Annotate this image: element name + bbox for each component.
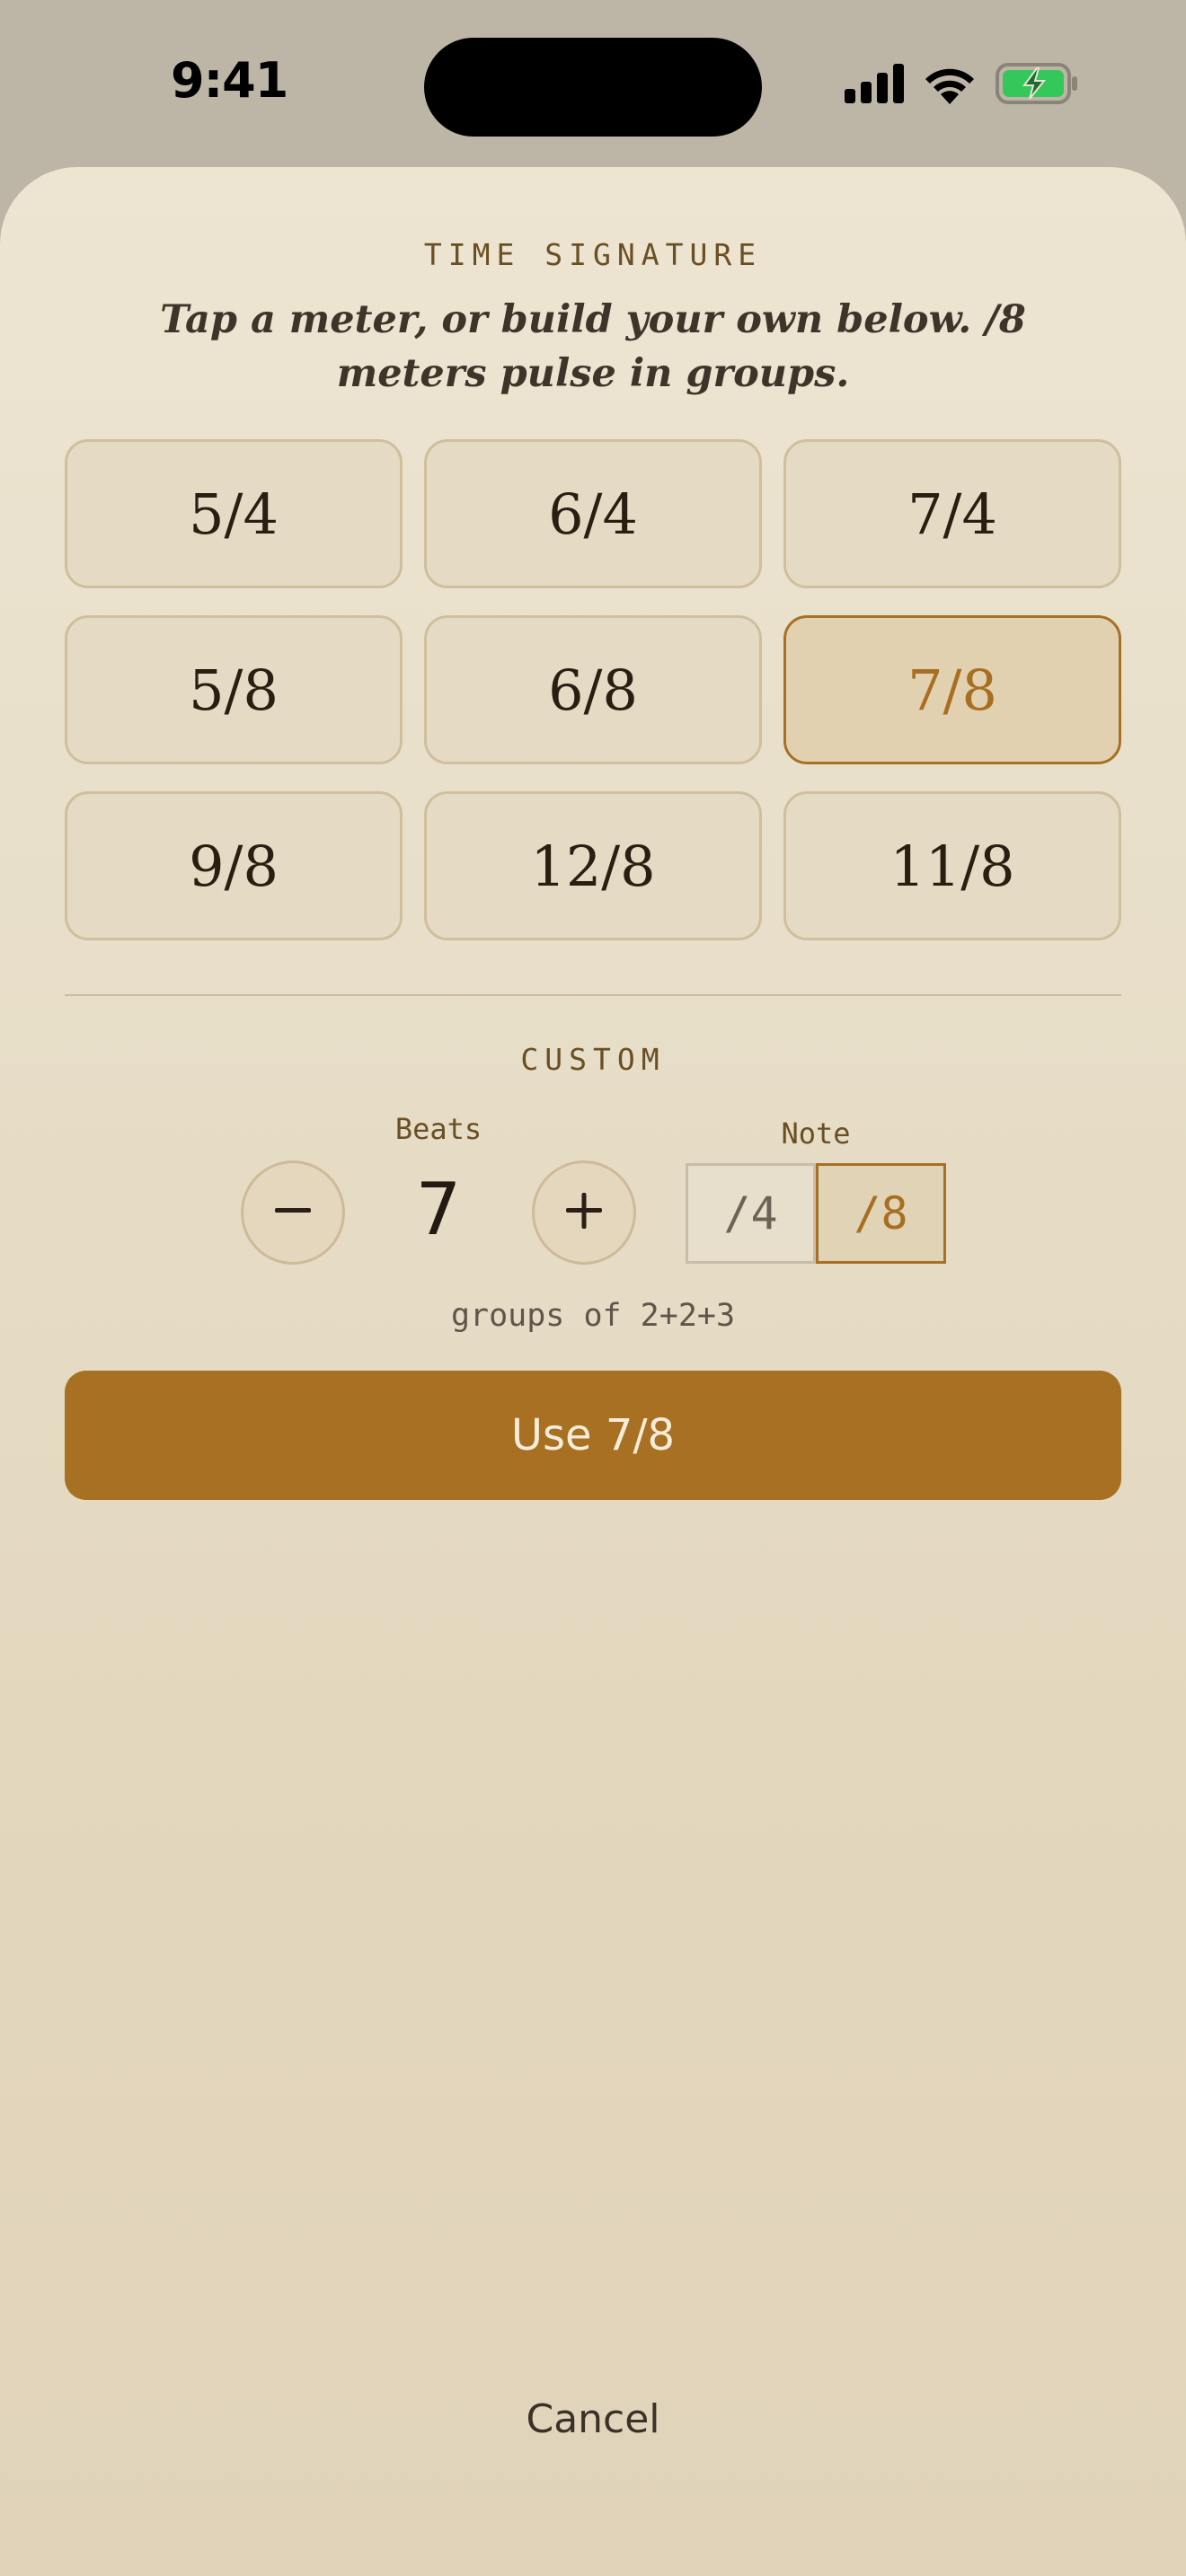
meter-grid: 5/4 6/4 7/4 5/8 6/8 7/8 9/8 12/8 11/8 <box>65 439 1121 940</box>
use-meter-button[interactable]: Use 7/8 <box>65 1371 1121 1500</box>
meter-button-12-8[interactable]: 12/8 <box>424 791 762 940</box>
beats-label: Beats <box>394 1112 482 1146</box>
meter-button-11-8[interactable]: 11/8 <box>783 791 1121 940</box>
meter-button-5-8[interactable]: 5/8 <box>65 615 403 764</box>
meter-button-6-4[interactable]: 6/4 <box>424 439 762 588</box>
cancel-button[interactable]: Cancel <box>413 2396 773 2442</box>
status-icons <box>845 63 1078 109</box>
wifi-icon <box>922 63 978 109</box>
status-time: 9:41 <box>171 52 288 109</box>
note-option-quarter[interactable]: /4 <box>686 1163 816 1264</box>
beats-value: 7 <box>415 1168 462 1251</box>
note-label: Note <box>781 1116 851 1151</box>
dynamic-island <box>424 38 762 137</box>
battery-charging-icon <box>996 63 1078 109</box>
note-value-toggle: /4 /8 <box>686 1163 946 1264</box>
meter-button-7-4[interactable]: 7/4 <box>783 439 1121 588</box>
meter-button-6-8[interactable]: 6/8 <box>424 615 762 764</box>
cellular-signal-icon <box>845 64 904 108</box>
status-bar: 9:41 <box>0 0 1186 171</box>
meter-button-9-8[interactable]: 9/8 <box>65 791 403 940</box>
decrement-beats-button[interactable] <box>241 1160 345 1265</box>
section-divider <box>65 994 1121 996</box>
note-option-eighth[interactable]: /8 <box>816 1163 946 1264</box>
sheet-title: TIME SIGNATURE <box>423 237 763 272</box>
minus-icon <box>273 1191 313 1235</box>
custom-heading: CUSTOM <box>520 1042 666 1077</box>
increment-beats-button[interactable] <box>532 1160 636 1265</box>
meter-button-7-8[interactable]: 7/8 <box>783 615 1121 764</box>
meter-button-5-4[interactable]: 5/4 <box>65 439 403 588</box>
grouping-description: groups of 2+2+3 <box>450 1298 736 1334</box>
plus-icon <box>564 1191 604 1235</box>
sheet-subtitle: Tap a meter, or build your own below. /8… <box>160 297 1026 396</box>
